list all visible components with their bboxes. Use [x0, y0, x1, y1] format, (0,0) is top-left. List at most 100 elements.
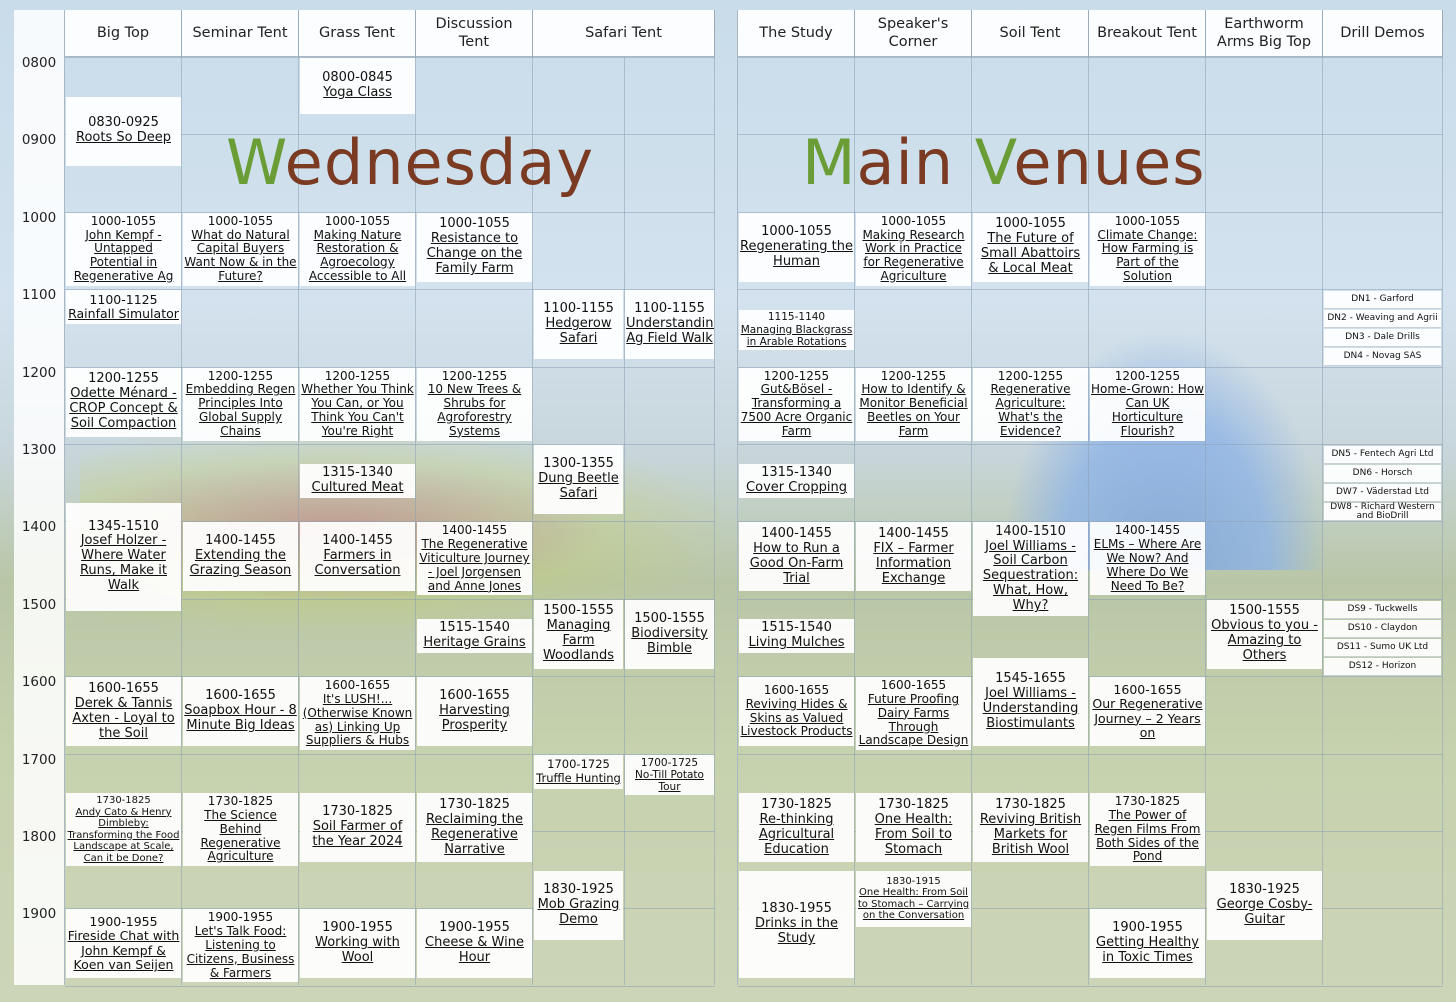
event-card[interactable]: 1200-1255 Gut&Bösel - Transforming a 7500… [739, 367, 854, 441]
event-title-link[interactable]: Roots So Deep [67, 130, 180, 146]
event-title-link[interactable]: 10 New Trees & Shrubs for Agroforestry S… [418, 382, 531, 438]
event-card[interactable]: 1730-1825 Reviving British Markets for Br… [973, 793, 1088, 863]
drill-demo-item[interactable]: DS12 - Horizon [1324, 657, 1441, 676]
event-title-link[interactable]: Soapbox Hour - 8 Minute Big Ideas [184, 703, 297, 734]
event-title-link[interactable]: Understanding Ag Field Walk [626, 316, 714, 347]
event-title-link[interactable]: Extending the Grazing Season [184, 548, 297, 579]
event-title-link[interactable]: Climate Change: How Farming is Part of t… [1091, 228, 1204, 284]
event-card[interactable]: 1115-1140 Managing Blackgrass in Arable R… [739, 309, 854, 350]
event-title-link[interactable]: John Kempf - Untapped Potential in Regen… [67, 228, 180, 284]
event-title-link[interactable]: Dung Beetle Safari [535, 471, 622, 502]
event-card[interactable]: 1900-1955 Let's Talk Food: Listening to C… [183, 909, 298, 983]
event-title-link[interactable]: Joel Williams - Understanding Biostimula… [974, 686, 1087, 732]
event-card[interactable]: 1200-1255 Odette Ménard - CROP Concept & … [66, 367, 181, 437]
event-card[interactable]: 1730-1825 Andy Cato & Henry Dimbleby: Tra… [66, 793, 181, 867]
event-card[interactable]: 0830-0925 Roots So Deep [66, 96, 181, 166]
drill-demo-item[interactable]: DS9 - Tuckwells [1324, 600, 1441, 619]
event-card[interactable]: 1900-1955 Cheese & Wine Hour [417, 909, 532, 979]
event-card[interactable]: 1730-1825 Soil Farmer of the Year 2024 [300, 793, 415, 863]
event-card[interactable]: 1730-1825 Reclaiming the Regenerative Nar… [417, 793, 532, 863]
event-title-link[interactable]: Hedgerow Safari [535, 316, 622, 347]
event-title-link[interactable]: The Power of Regen Films From Both Sides… [1091, 808, 1204, 864]
drill-demo-item[interactable]: DN3 - Dale Drills [1324, 329, 1441, 348]
event-card[interactable]: 1100-1125 Rainfall Simulator [66, 290, 181, 325]
event-card[interactable]: 1200-1255 Home-Grown: How Can UK Horticul… [1090, 367, 1205, 441]
event-title-link[interactable]: Reviving British Markets for British Woo… [974, 812, 1087, 858]
event-title-link[interactable]: Reviving Hides & Skins as Valued Livesto… [740, 697, 853, 739]
event-title-link[interactable]: George Cosby- Guitar [1208, 897, 1321, 928]
event-card[interactable]: 1830-1955 Drinks in the Study [739, 870, 854, 979]
event-title-link[interactable]: Yoga Class [301, 85, 414, 101]
drill-demo-item[interactable]: DW7 - Väderstad Ltd [1324, 484, 1441, 502]
event-title-link[interactable]: Home-Grown: How Can UK Horticulture Flou… [1091, 382, 1204, 438]
event-title-link[interactable]: Mob Grazing Demo [535, 897, 622, 928]
event-title-link[interactable]: No-Till Potato Tour [626, 769, 713, 793]
event-title-link[interactable]: What do Natural Capital Buyers Want Now … [184, 228, 297, 284]
event-card[interactable]: 1900-1955 Fireside Chat with John Kempf &… [66, 909, 181, 979]
event-title-link[interactable]: How to Identify & Monitor Beneficial Bee… [857, 382, 970, 438]
event-title-link[interactable]: The Regenerative Viticulture Journey - J… [418, 537, 531, 593]
event-card[interactable]: 1315-1340 Cultured Meat [300, 464, 415, 499]
event-title-link[interactable]: One Health: From Soil to Stomach – Carry… [857, 887, 970, 922]
drill-demo-item[interactable]: DS10 - Claydon [1324, 619, 1441, 638]
event-title-link[interactable]: How to Run a Good On-Farm Trial [740, 541, 853, 587]
event-card[interactable]: 1200-1255 Whether You Think You Can, or Y… [300, 367, 415, 441]
event-title-link[interactable]: Soil Farmer of the Year 2024 [301, 819, 414, 850]
event-title-link[interactable]: The Science Behind Regenerative Agricult… [184, 808, 297, 864]
event-title-link[interactable]: Future Proofing Dairy Farms Through Land… [857, 692, 970, 748]
event-card[interactable]: 1500-1555 Obvious to you - Amazing to Oth… [1207, 599, 1322, 669]
event-card[interactable]: 1000-1055 What do Natural Capital Buyers … [183, 212, 298, 286]
event-title-link[interactable]: Regenerating the Human [740, 239, 853, 270]
event-card[interactable]: 1500-1555 Managing Farm Woodlands [534, 599, 623, 669]
event-card[interactable]: 1315-1340 Cover Cropping [739, 464, 854, 499]
event-card[interactable]: 1000-1055 The Future of Small Abattoirs &… [973, 212, 1088, 282]
event-title-link[interactable]: Cheese & Wine Hour [418, 935, 531, 966]
event-title-link[interactable]: Managing Blackgrass in Arable Rotations [740, 324, 853, 348]
event-card[interactable]: 1600-1655 Our Regenerative Journey – 2 Ye… [1090, 677, 1205, 747]
event-title-link[interactable]: Regenerative Agriculture: What's the Evi… [974, 382, 1087, 438]
event-title-link[interactable]: One Health: From Soil to Stomach [857, 812, 970, 858]
event-title-link[interactable]: ELMs – Where Are We Now? And Where Do We… [1091, 537, 1204, 593]
drill-demo-item[interactable]: DN2 - Weaving and Agrii [1324, 310, 1441, 329]
event-card[interactable]: 1900-1955 Working with Wool [300, 909, 415, 979]
event-card[interactable]: 1900-1955 Getting Healthy in Toxic Times [1090, 909, 1205, 979]
event-title-link[interactable]: Obvious to you - Amazing to Others [1208, 618, 1321, 664]
event-title-link[interactable]: Odette Ménard - CROP Concept & Soil Comp… [67, 386, 180, 432]
drill-demo-item[interactable]: DN6 - Horsch [1324, 465, 1441, 483]
event-card[interactable]: 1600-1655 Future Proofing Dairy Farms Thr… [856, 677, 971, 751]
event-card[interactable]: 1545-1655 Joel Williams - Understanding B… [973, 657, 1088, 747]
event-card[interactable]: 1000-1055 Resistance to Change on the Fam… [417, 212, 532, 282]
drill-demo-item[interactable]: DS11 - Sumo UK Ltd [1324, 638, 1441, 657]
event-title-link[interactable]: Let's Talk Food: Listening to Citizens, … [184, 924, 297, 980]
event-title-link[interactable]: Making Research Work in Practice for Reg… [857, 228, 970, 284]
event-card[interactable]: 1000-1055 John Kempf - Untapped Potential… [66, 212, 181, 286]
event-title-link[interactable]: Embedding Regen Principles Into Global S… [184, 382, 297, 438]
event-title-link[interactable]: Cultured Meat [301, 480, 414, 496]
event-card[interactable]: 1700-1725 No-Till Potato Tour [625, 754, 714, 795]
event-card[interactable]: 1200-1255 How to Identify & Monitor Benef… [856, 367, 971, 441]
event-title-link[interactable]: Whether You Think You Can, or You Think … [301, 382, 414, 438]
event-title-link[interactable]: Farmers in Conversation [301, 548, 414, 579]
event-card[interactable]: 1830-1925 Mob Grazing Demo [534, 870, 623, 940]
event-card[interactable]: 1345-1510 Josef Holzer - Where Water Runs… [66, 503, 181, 611]
event-card[interactable]: 1830-1915 One Health: From Soil to Stomac… [856, 870, 971, 927]
event-title-link[interactable]: Re-thinking Agricultural Education [740, 812, 853, 858]
event-card[interactable]: 1000-1055 Climate Change: How Farming is … [1090, 212, 1205, 286]
event-card[interactable]: 1730-1825 One Health: From Soil to Stomac… [856, 793, 971, 863]
event-title-link[interactable]: Getting Healthy in Toxic Times [1091, 935, 1204, 966]
event-title-link[interactable]: Rainfall Simulator [67, 306, 180, 321]
event-card[interactable]: 1600-1655 Derek & Tannis Axten - Loyal to… [66, 677, 181, 747]
event-card[interactable]: 1600-1655 Harvesting Prosperity [417, 677, 532, 747]
event-card[interactable]: 1400-1510 Joel Williams - Soil Carbon Seq… [973, 522, 1088, 617]
event-title-link[interactable]: Making Nature Restoration & Agroecology … [301, 228, 414, 284]
event-title-link[interactable]: Josef Holzer - Where Water Runs, Make it… [67, 534, 180, 594]
event-card[interactable]: 1730-1825 The Science Behind Regenerative… [183, 793, 298, 867]
event-title-link[interactable]: It's LUSH!... (Otherwise Known as) Linki… [301, 692, 414, 748]
event-title-link[interactable]: Resistance to Change on the Family Farm [418, 231, 531, 277]
event-title-link[interactable]: Biodiversity Bimble [626, 626, 713, 657]
event-card[interactable]: 1600-1655 Reviving Hides & Skins as Value… [739, 677, 854, 747]
event-title-link[interactable]: Cover Cropping [740, 480, 853, 496]
event-title-link[interactable]: Drinks in the Study [740, 916, 853, 947]
event-title-link[interactable]: Harvesting Prosperity [418, 703, 531, 734]
drill-demo-item[interactable]: DN5 - Fentech Agri Ltd [1324, 446, 1441, 464]
